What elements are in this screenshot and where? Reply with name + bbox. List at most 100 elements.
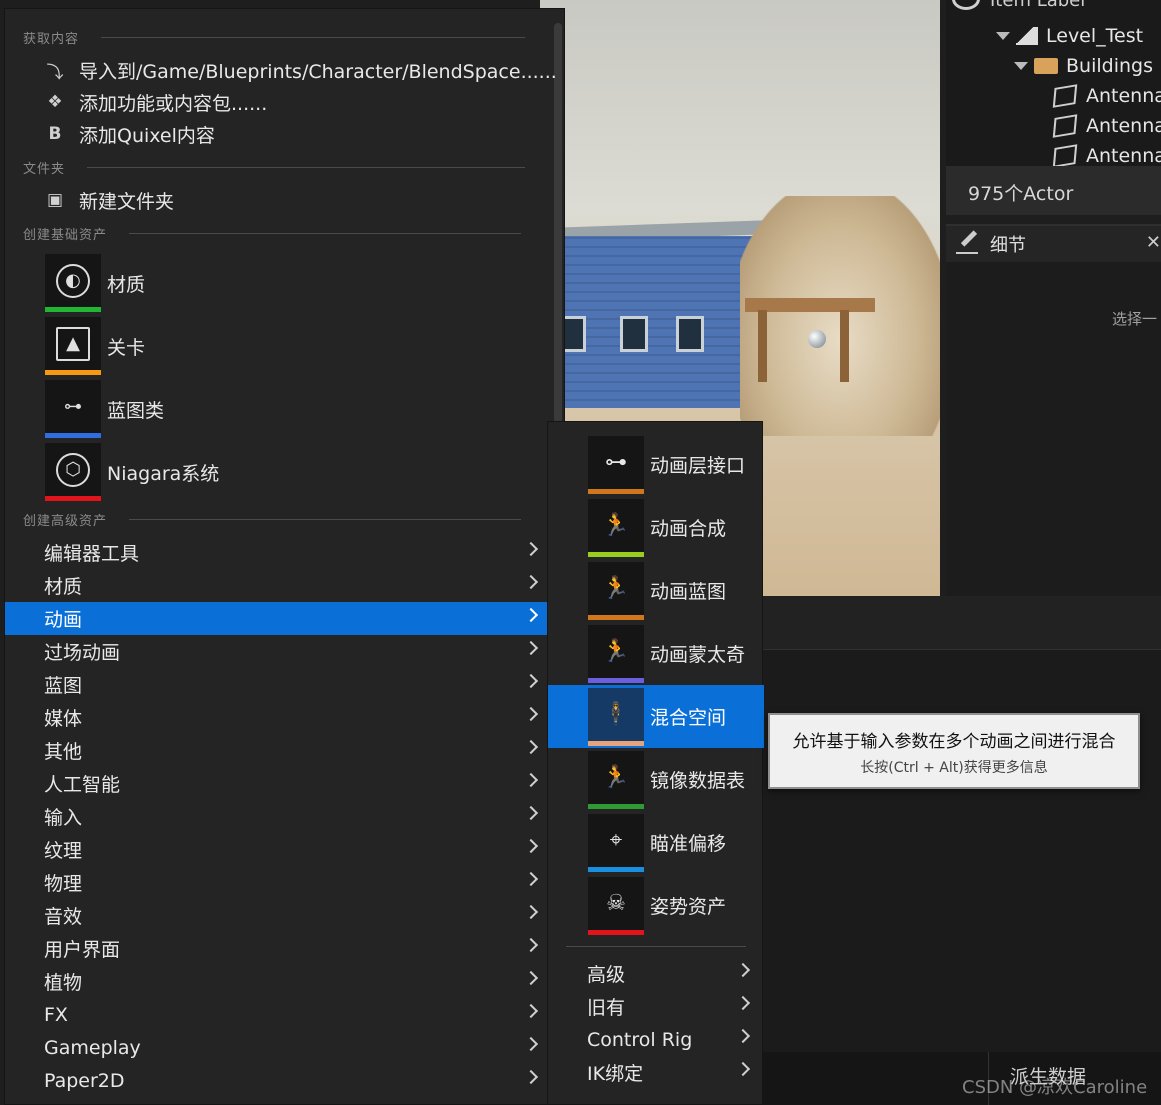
import-icon: ⤵ [46, 62, 64, 83]
submenu-pose-asset[interactable]: ☠ 姿势资产 [548, 874, 764, 937]
static-mesh-icon [1052, 84, 1078, 108]
chevron-right-icon [523, 871, 539, 887]
category-gameplay[interactable]: Gameplay [5, 1031, 548, 1064]
outliner-column-header[interactable]: Item Label [990, 0, 1085, 11]
chevron-right-icon [523, 541, 539, 557]
category-user-interface[interactable]: 用户界面 [5, 932, 548, 965]
chevron-right-icon [735, 1061, 751, 1077]
category-miscellaneous[interactable]: 其他 [5, 734, 548, 767]
category-foliage[interactable]: 植物 [5, 965, 548, 998]
feature-pack-icon: ❖ [47, 92, 63, 112]
submenu-legacy[interactable]: 旧有 [548, 990, 764, 1023]
new-folder-item[interactable]: ▣ 新建文件夹 [45, 184, 174, 216]
chevron-right-icon [523, 1069, 539, 1085]
details-tab[interactable]: 细节 ✕ [946, 226, 1161, 262]
chevron-right-icon [523, 706, 539, 722]
submenu-control-rig[interactable]: Control Rig [548, 1023, 764, 1056]
submenu-divider [566, 946, 746, 947]
pose-asset-icon: ☠ [588, 876, 644, 935]
panel-toolbar [762, 596, 1161, 650]
details-empty-hint: 选择一 [1112, 310, 1158, 328]
basic-asset-label: Niagara系统 [107, 462, 220, 485]
outliner-row-actor[interactable]: Antenna [1052, 81, 1161, 111]
outliner-row-folder[interactable]: Buildings [1014, 51, 1153, 81]
tooltip-hint: 长按(Ctrl + Alt)获得更多信息 [860, 760, 1048, 776]
category-texture[interactable]: 纹理 [5, 833, 548, 866]
outliner-row-label: Buildings [1066, 55, 1153, 77]
expand-arrow-icon[interactable] [996, 32, 1010, 40]
basic-asset-niagara[interactable]: ⬡ Niagara系统 [45, 443, 219, 501]
blueprint-icon: ⊶ [45, 380, 101, 438]
blend-space-tooltip: 允许基于输入参数在多个动画之间进行混合 长按(Ctrl + Alt)获得更多信息 [768, 713, 1140, 789]
add-feature-pack-item[interactable]: ❖ 添加功能或内容包...... [45, 86, 267, 118]
new-folder-icon: ▣ [46, 190, 64, 210]
chevron-right-icon [523, 673, 539, 689]
submenu-aim-offset[interactable]: ⌖ 瞄准偏移 [548, 811, 764, 874]
chevron-right-icon [523, 607, 539, 623]
category-paper2d[interactable]: Paper2D [5, 1064, 548, 1097]
content-browser-panel: 派生数据 [762, 596, 1161, 1105]
category-ai[interactable]: 人工智能 [5, 767, 548, 800]
niagara-icon: ⬡ [45, 443, 101, 501]
section-header-folder: 文件夹 [23, 157, 526, 177]
category-cinematics[interactable]: 过场动画 [5, 635, 548, 668]
outliner-row-label: Antenna [1086, 85, 1161, 107]
chevron-right-icon [735, 962, 751, 978]
import-item[interactable]: ⤵ 导入到/Game/Blueprints/Character/BlendSpa… [45, 54, 557, 86]
building-window [676, 316, 704, 352]
animation-submenu: ⊶ 动画层接口 🏃 动画合成 🏃 动画蓝图 🏃 动画蒙太奇 🕴 混合空间 🏃 镜… [547, 421, 764, 1105]
blend-space-icon: 🕴 [588, 687, 644, 746]
aim-offset-icon: ⌖ [588, 813, 644, 872]
category-fx[interactable]: FX [5, 998, 548, 1031]
basic-asset-material[interactable]: ◐ 材质 [45, 254, 145, 312]
submenu-anim-blueprint[interactable]: 🏃 动画蓝图 [548, 559, 764, 622]
category-physics[interactable]: 物理 [5, 866, 548, 899]
submenu-anim-layer-interface[interactable]: ⊶ 动画层接口 [548, 433, 764, 496]
actor-count: 975个Actor [946, 166, 1161, 215]
category-input[interactable]: 输入 [5, 800, 548, 833]
outliner-row-label: Antenna [1086, 115, 1161, 137]
outliner-row-actor[interactable]: Antenna [1052, 111, 1161, 141]
outliner-row-level[interactable]: Level_Test [996, 21, 1143, 51]
chevron-right-icon [735, 1028, 751, 1044]
category-media[interactable]: 媒体 [5, 701, 548, 734]
quixel-icon: B [48, 124, 62, 144]
anim-composite-icon: 🏃 [588, 498, 644, 557]
visibility-eye-icon[interactable] [952, 0, 980, 10]
level-icon [1016, 27, 1038, 45]
world-outliner: Item Label Level_Test Buildings Antenna … [946, 0, 1161, 215]
outliner-row-label: Level_Test [1046, 25, 1144, 47]
basic-asset-level[interactable]: ▲ 关卡 [45, 317, 145, 375]
chevron-right-icon [523, 739, 539, 755]
chevron-right-icon [523, 574, 539, 590]
category-material[interactable]: 材质 [5, 569, 548, 602]
submenu-blend-space[interactable]: 🕴 混合空间 [548, 685, 764, 748]
reflection-sphere [808, 330, 826, 348]
category-sounds[interactable]: 音效 [5, 899, 548, 932]
add-quixel-item[interactable]: B 添加Quixel内容 [45, 118, 215, 150]
category-editor-tools[interactable]: 编辑器工具 [5, 536, 548, 569]
submenu-anim-composite[interactable]: 🏃 动画合成 [548, 496, 764, 559]
submenu-anim-montage[interactable]: 🏃 动画蒙太奇 [548, 622, 764, 685]
category-blueprint[interactable]: 蓝图 [5, 668, 548, 701]
submenu-ik-rig[interactable]: IK绑定 [548, 1056, 764, 1089]
basic-asset-blueprint[interactable]: ⊶ 蓝图类 [45, 380, 164, 438]
section-header-advanced-assets: 创建高级资产 [23, 509, 522, 529]
feature-pack-label: 添加功能或内容包...... [79, 92, 268, 115]
chevron-right-icon [523, 838, 539, 854]
add-asset-context-menu: 获取内容 ⤵ 导入到/Game/Blueprints/Character/Ble… [4, 8, 565, 1105]
tooltip-title: 允许基于输入参数在多个动画之间进行混合 [792, 732, 1116, 752]
category-animation[interactable]: 动画 [5, 602, 548, 635]
expand-arrow-icon[interactable] [1014, 62, 1028, 70]
details-panel: 细节 ✕ 选择一 [946, 224, 1161, 596]
submenu-advanced[interactable]: 高级 [548, 957, 764, 990]
level-icon: ▲ [45, 317, 101, 375]
pergola-post [758, 310, 767, 382]
section-header-basic-assets: 创建基础资产 [23, 223, 522, 243]
submenu-mirror-data-table[interactable]: 🏃 镜像数据表 [548, 748, 764, 811]
close-icon[interactable]: ✕ [1146, 232, 1161, 253]
basic-asset-label: 蓝图类 [107, 399, 165, 422]
section-header-get-content: 获取内容 [23, 27, 526, 47]
import-label: 导入到/Game/Blueprints/Character/BlendSpace… [79, 60, 557, 83]
folder-icon [1034, 58, 1058, 74]
